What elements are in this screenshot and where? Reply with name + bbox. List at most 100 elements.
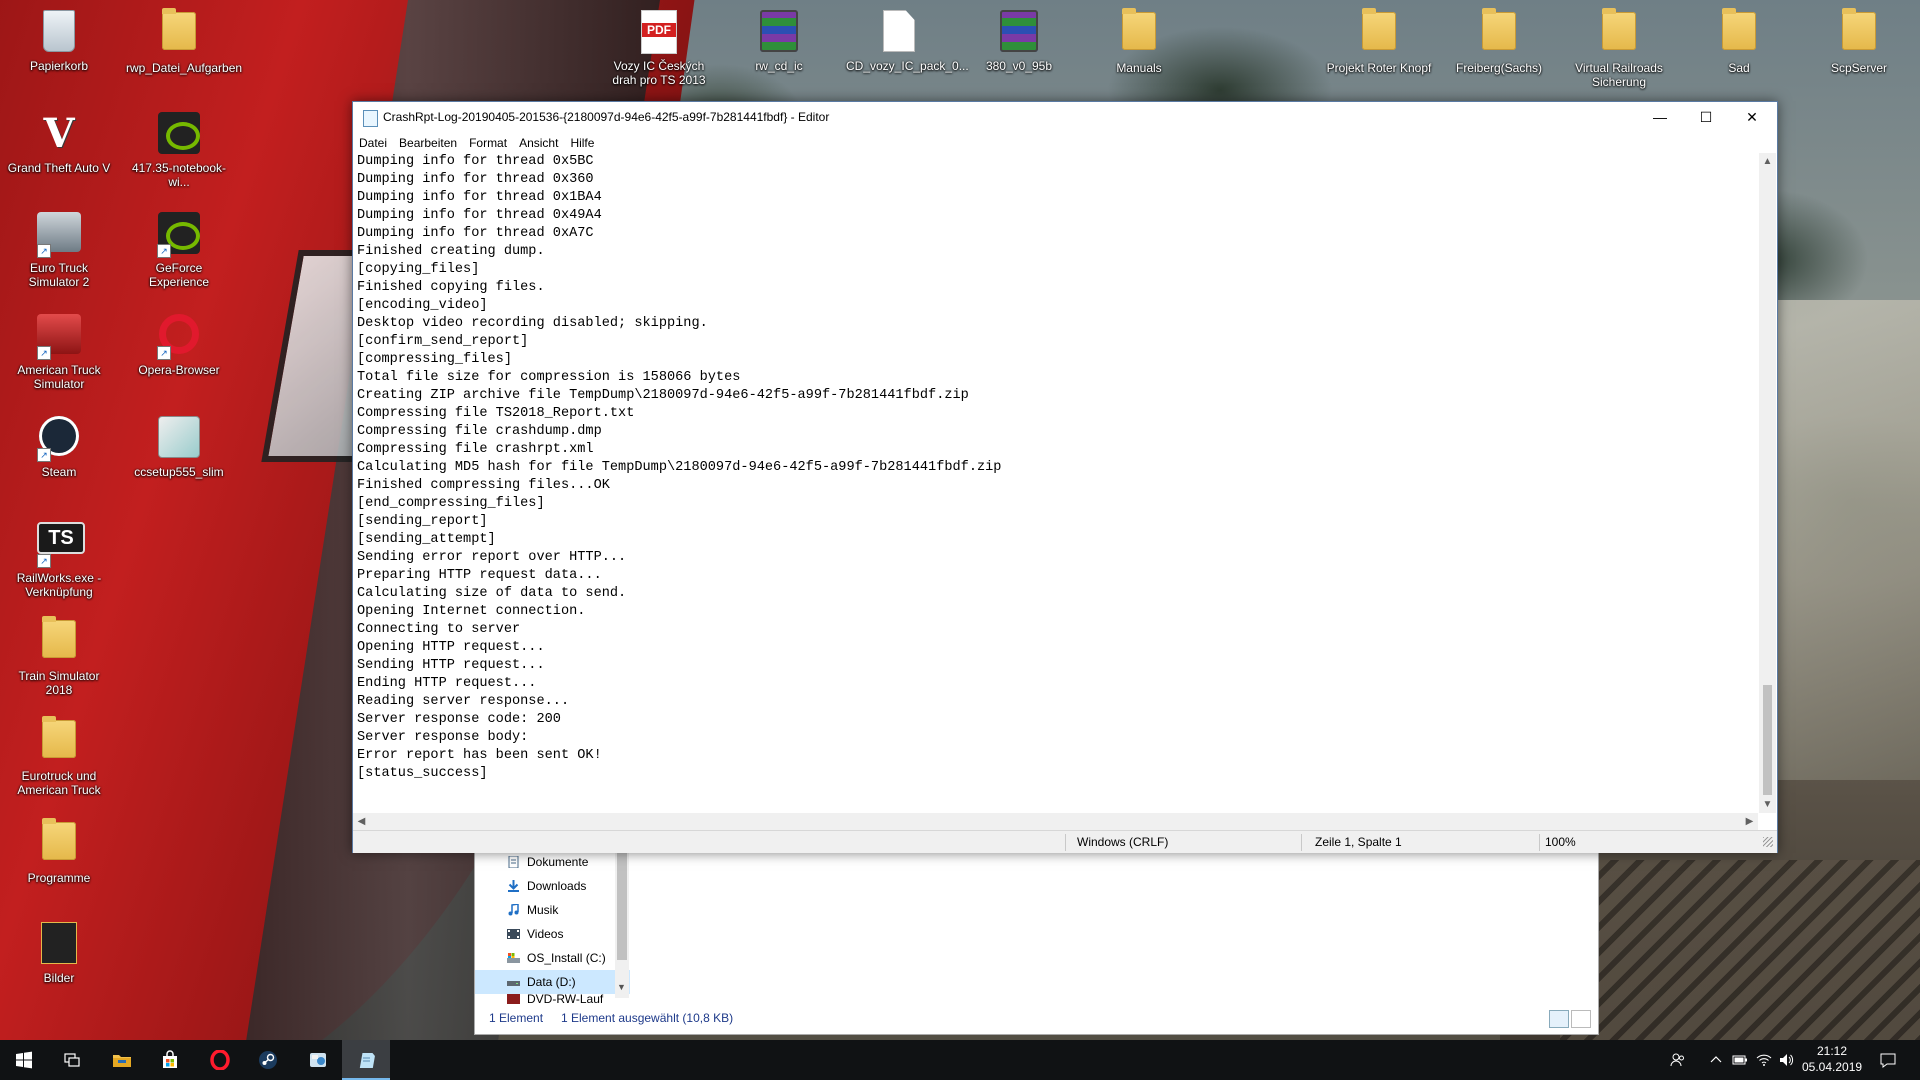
menu-ansicht[interactable]: Ansicht: [513, 133, 564, 153]
folder-icon: [1477, 12, 1521, 56]
taskbar-opera[interactable]: [196, 1040, 244, 1080]
opera-icon: ↗: [157, 314, 201, 360]
shortcut-arrow-icon: ↗: [37, 244, 51, 258]
task-view-icon: [64, 1053, 80, 1067]
nav-item-dokumente[interactable]: Dokumente: [475, 850, 630, 874]
start-icon: [16, 1051, 32, 1069]
large-icons-view-button[interactable]: [1571, 1010, 1591, 1028]
taskbar-clock[interactable]: 21:12 05.04.2019: [1802, 1043, 1862, 1075]
menu-datei[interactable]: Datei: [353, 133, 393, 153]
nav-item-musik[interactable]: Musik: [475, 898, 630, 922]
vertical-scrollbar[interactable]: ▲ ▼: [1759, 153, 1776, 813]
taskbar-store[interactable]: [146, 1040, 194, 1080]
taskbar-notepad[interactable]: [342, 1040, 390, 1080]
people-icon[interactable]: [1670, 1052, 1686, 1068]
desktop-icon-railworks[interactable]: TS ↗ RailWorks.exe - Verknüpfung: [4, 514, 114, 599]
shortcut-arrow-icon: ↗: [157, 346, 171, 360]
desktop-icon-gta5[interactable]: V Grand Theft Auto V: [4, 108, 114, 176]
desktop-icon-freiberg[interactable]: Freiberg(Sachs): [1444, 6, 1554, 75]
notepad-status-bar: Windows (CRLF) Zeile 1, Spalte 1 100%: [353, 830, 1777, 853]
maximize-button[interactable]: ☐: [1683, 102, 1729, 132]
details-view-button[interactable]: [1549, 1010, 1569, 1028]
scroll-left-icon[interactable]: ◀: [353, 813, 370, 830]
desktop-icon-american-truck[interactable]: ↗ American Truck Simulator: [4, 310, 114, 391]
desktop-icon-rwp-datei[interactable]: rwp_Datei_Aufgarben: [124, 6, 242, 75]
desktop-icon-geforce[interactable]: ↗ GeForce Experience: [124, 208, 234, 289]
close-button[interactable]: ✕: [1729, 102, 1775, 132]
desktop-icon-eurotruck-folder[interactable]: Eurotruck und American Truck: [4, 714, 114, 797]
document-icon: [877, 10, 921, 54]
resize-grip-icon[interactable]: [1763, 837, 1773, 847]
notepad-title-bar[interactable]: CrashRpt-Log-20190405-201536-{2180097d-9…: [353, 102, 1777, 132]
downloads-icon: [508, 880, 519, 892]
start-button[interactable]: [0, 1040, 48, 1080]
desktop-icon-bilder[interactable]: Bilder: [4, 918, 114, 985]
scroll-down-icon[interactable]: ▼: [617, 982, 626, 992]
desktop-icon-opera[interactable]: ↗ Opera-Browser: [124, 310, 234, 377]
nav-item-downloads[interactable]: Downloads: [475, 874, 630, 898]
explorer-nav-scrollbar[interactable]: ▼: [615, 850, 629, 998]
taskbar-file-explorer[interactable]: [98, 1040, 146, 1080]
desktop-icon-nvidia-driver[interactable]: 417.35-notebook-wi...: [124, 108, 234, 189]
minimize-button[interactable]: —: [1637, 102, 1683, 132]
shortcut-arrow-icon: ↗: [37, 346, 51, 360]
desktop-icon-cd-vozy[interactable]: CD_vozy_IC_pack_0...: [844, 6, 969, 73]
desktop-icon-scpserver[interactable]: ScpServer: [1804, 6, 1914, 75]
explorer-navigation-pane: Dokumente Downloads Musik Videos OS_Inst…: [475, 850, 630, 1004]
nav-item-dvd[interactable]: DVD-RW-Lauf: [475, 994, 630, 1004]
folder-icon: [37, 620, 81, 664]
text-editor-area[interactable]: Dumping info for thread 0x5BC Dumping in…: [357, 153, 1754, 813]
desktop-icon-euro-truck[interactable]: ↗ Euro Truck Simulator 2: [4, 208, 114, 289]
explorer-item-count: 1 Element: [489, 1011, 544, 1025]
chevron-up-icon[interactable]: [1708, 1052, 1724, 1068]
notepad-window: CrashRpt-Log-20190405-201536-{2180097d-9…: [352, 101, 1778, 853]
desktop-icon-rw-cd-ic[interactable]: rw_cd_ic: [724, 6, 834, 73]
desktop-icon-sad[interactable]: Sad: [1684, 6, 1794, 75]
taskbar-steam[interactable]: [244, 1040, 292, 1080]
wifi-icon[interactable]: [1756, 1052, 1772, 1068]
volume-icon[interactable]: [1778, 1052, 1794, 1068]
desktop-icon-programme[interactable]: Programme: [4, 816, 114, 885]
desktop-icon-label: Grand Theft Auto V: [7, 161, 111, 175]
folder-dark-icon: [37, 922, 81, 966]
desktop-icon-train-simulator-2018[interactable]: Train Simulator 2018: [4, 614, 114, 697]
scroll-right-icon[interactable]: ▶: [1741, 813, 1758, 830]
menu-bar: Datei Bearbeiten Format Ansicht Hilfe: [353, 133, 1777, 153]
status-line-ending: Windows (CRLF): [1077, 835, 1169, 849]
desktop-icon-recycle-bin[interactable]: Papierkorb: [4, 6, 114, 73]
desktop-icon-label: Eurotruck und American Truck: [17, 769, 101, 797]
vertical-scroll-thumb[interactable]: [1763, 685, 1772, 795]
desktop-icon-label: ScpServer: [1830, 61, 1888, 75]
desktop-icon-label: Train Simulator 2018: [18, 669, 100, 697]
explorer-nav-scroll-thumb[interactable]: [617, 852, 627, 960]
nav-item-os-install[interactable]: OS_Install (C:): [475, 946, 630, 970]
horizontal-scrollbar[interactable]: ◀ ▶: [353, 813, 1758, 830]
desktop-icon-manuals[interactable]: Manuals: [1084, 6, 1194, 75]
desktop-icon-pdf[interactable]: PDF Vozy IC Českých drah pro TS 2013: [604, 6, 714, 87]
desktop-icon-label: Programme: [27, 871, 91, 885]
notepad-icon: [363, 110, 378, 127]
store-icon: [163, 1050, 177, 1068]
desktop-icon-380[interactable]: 380_v0_95b: [964, 6, 1074, 73]
desktop-icon-steam[interactable]: ↗ Steam: [4, 412, 114, 479]
desktop-icon-virtual-railroads[interactable]: Virtual Railroads Sicherung: [1564, 6, 1674, 89]
desktop-icon-ccsetup[interactable]: ccsetup555_slim: [124, 412, 234, 479]
notepad-icon: [359, 1053, 375, 1068]
taskbar-ccsetup[interactable]: [294, 1040, 342, 1080]
menu-hilfe[interactable]: Hilfe: [564, 133, 600, 153]
rar-icon: [997, 10, 1041, 54]
task-view-button[interactable]: [48, 1040, 96, 1080]
desktop-icon-projekt-roter-knopf[interactable]: Projekt Roter Knopf: [1324, 6, 1434, 75]
nvidia-installer-icon: [157, 112, 201, 156]
nav-item-videos[interactable]: Videos: [475, 922, 630, 946]
menu-bearbeiten[interactable]: Bearbeiten: [393, 133, 463, 153]
folder-icon: [1357, 12, 1401, 56]
scroll-up-icon[interactable]: ▲: [1759, 153, 1776, 170]
desktop-icon-label: Bilder: [43, 971, 75, 985]
scroll-down-icon[interactable]: ▼: [1759, 796, 1776, 813]
desktop-icon-label: Euro Truck Simulator 2: [28, 261, 90, 289]
nav-item-data-d[interactable]: Data (D:): [475, 970, 630, 994]
menu-format[interactable]: Format: [463, 133, 513, 153]
battery-icon[interactable]: [1732, 1052, 1748, 1068]
desktop-icon-label: Vozy IC Českých drah pro TS 2013: [612, 59, 706, 87]
